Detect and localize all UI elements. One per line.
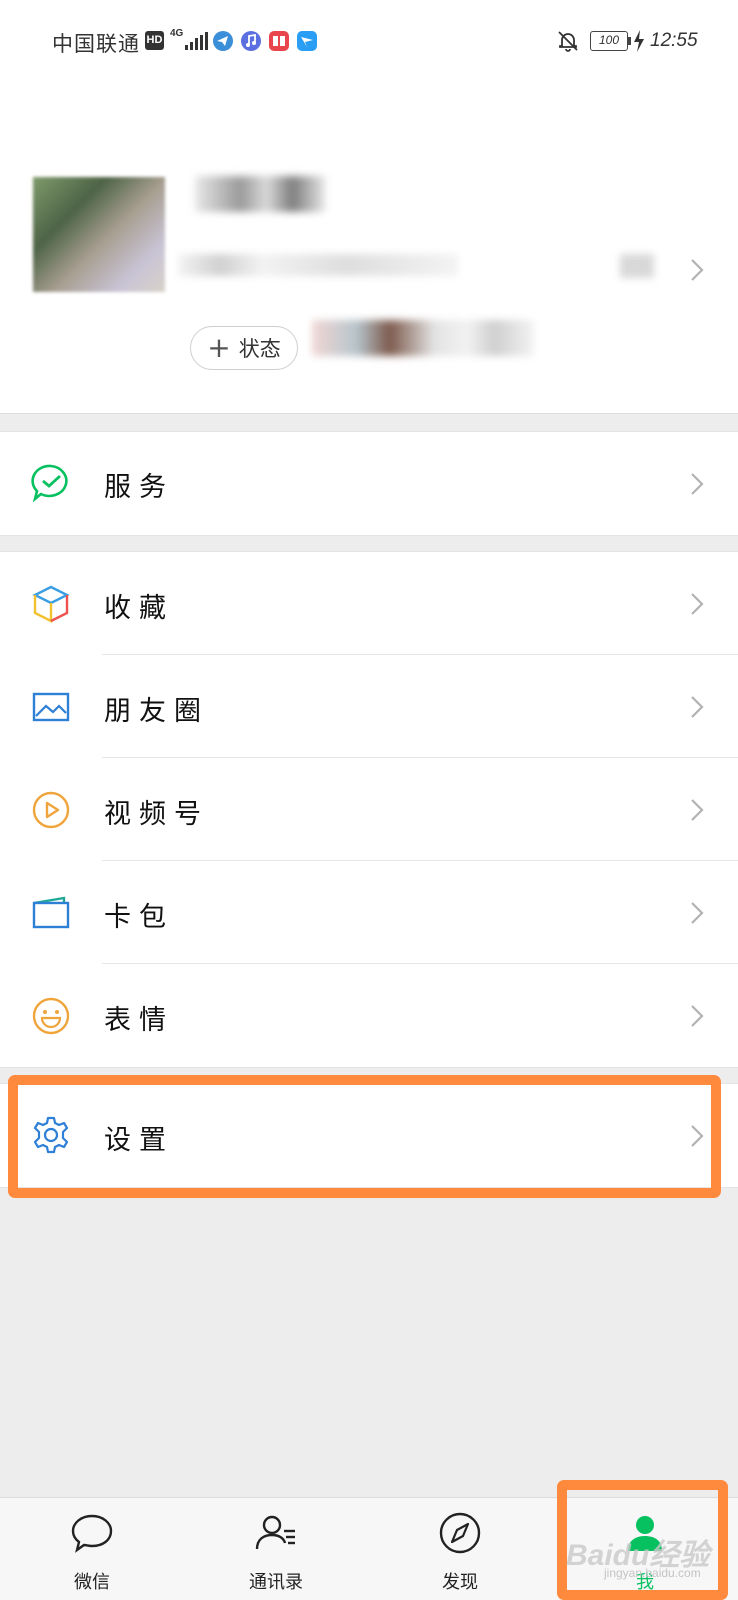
menu-item-moments[interactable]: 朋友圈	[0, 655, 738, 758]
reader-app-icon	[269, 31, 289, 51]
qr-code-blurred[interactable]	[620, 254, 654, 278]
signal-strength-icon	[185, 32, 208, 50]
favorites-cube-icon	[32, 585, 70, 623]
menu-label-service: 服务	[104, 472, 174, 503]
tab-label-contacts: 通讯录	[249, 1572, 303, 1593]
add-status-label: 状态	[238, 337, 281, 361]
battery-tip	[628, 37, 631, 45]
service-group: 服务	[0, 431, 738, 536]
menu-item-stickers[interactable]: 表情	[0, 964, 738, 1067]
tab-discover[interactable]: 发现	[400, 1498, 520, 1600]
carrier-name: 中国联通	[52, 32, 140, 56]
settings-highlight-annotation	[8, 1075, 721, 1198]
channels-play-icon	[32, 791, 70, 829]
status-bar: 中国联通 HD 4G 100 12:55	[0, 0, 738, 84]
moments-photo-icon	[32, 692, 70, 722]
menu-label-cards: 卡包	[104, 902, 174, 933]
menu-label-favorites: 收藏	[104, 593, 174, 624]
contacts-icon	[255, 1515, 295, 1550]
chevron-right-icon	[691, 473, 704, 495]
watermark-url: jingyan.baidu.com	[604, 1566, 701, 1580]
menu-label-channels: 视频号	[104, 799, 209, 830]
chevron-right-icon	[691, 902, 704, 924]
menu-label-moments: 朋友圈	[104, 696, 209, 727]
telegram-icon	[213, 31, 233, 51]
chevron-right-icon	[691, 696, 704, 718]
clock: 12:55	[650, 30, 698, 51]
cards-wallet-icon	[32, 896, 70, 929]
compass-icon	[439, 1512, 481, 1554]
stickers-smile-icon	[32, 997, 70, 1035]
charging-icon	[634, 30, 644, 52]
menu-item-cards[interactable]: 卡包	[0, 861, 738, 964]
chevron-right-icon	[691, 799, 704, 821]
plus-icon: +	[207, 331, 231, 364]
menu-item-channels[interactable]: 视频号	[0, 758, 738, 861]
tab-contacts[interactable]: 通讯录	[216, 1498, 336, 1600]
network-type: 4G	[170, 28, 184, 39]
tab-chats[interactable]: 微信	[32, 1498, 152, 1600]
tab-label-chats: 微信	[74, 1572, 110, 1593]
chevron-right-icon	[691, 1005, 704, 1027]
chevron-right-icon	[691, 259, 704, 281]
hd-badge: HD	[145, 31, 164, 50]
friend-status-blurred	[312, 320, 534, 356]
chevron-right-icon	[691, 593, 704, 615]
menu-item-favorites[interactable]: 收藏	[0, 552, 738, 655]
menu-label-stickers: 表情	[104, 1005, 174, 1036]
wechat-id-blurred	[178, 254, 458, 276]
chat-bubble-icon	[71, 1514, 113, 1553]
service-check-icon	[31, 464, 68, 503]
avatar[interactable]	[33, 177, 165, 292]
mute-bell-icon	[558, 31, 578, 52]
profile-header[interactable]	[0, 84, 738, 414]
nickname-blurred	[195, 176, 325, 212]
tab-label-discover: 发现	[442, 1572, 478, 1593]
battery-level: 100	[590, 31, 628, 51]
bird-app-icon	[297, 31, 317, 51]
music-app-icon	[241, 31, 261, 51]
menu-item-service[interactable]: 服务	[0, 432, 738, 535]
add-status-button[interactable]: + 状态	[190, 326, 298, 370]
features-group: 收藏 朋友圈 视频号 卡包 表情	[0, 551, 738, 1068]
